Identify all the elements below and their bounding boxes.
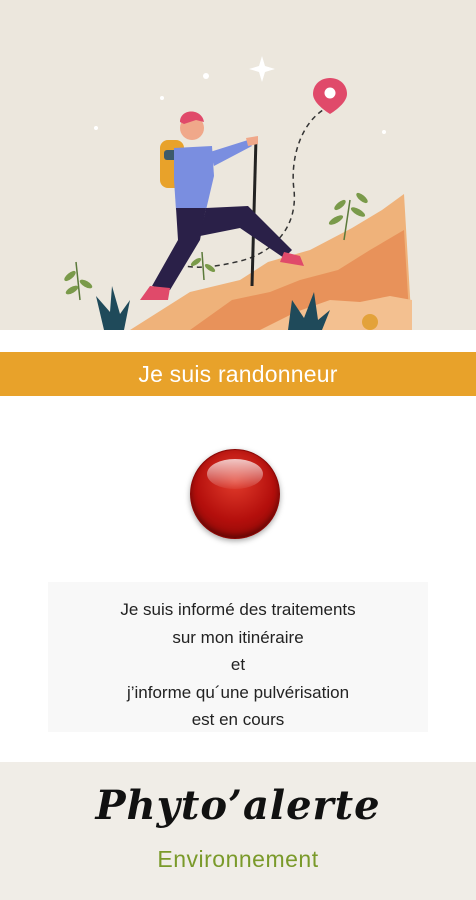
- info-line-1: Je suis informé des traitements: [120, 600, 356, 619]
- info-line-3: et: [230, 655, 246, 674]
- info-text: Je suis informé des traitements sur mon …: [48, 596, 428, 734]
- footer: Phyto’alerte Environnement: [0, 762, 476, 900]
- role-banner: Je suis randonneur: [0, 352, 476, 396]
- info-card: Je suis informé des traitements sur mon …: [48, 582, 428, 732]
- location-pin-icon: [313, 78, 347, 114]
- brand-subtitle: Environnement: [157, 846, 319, 872]
- brand-title: Phyto’alerte: [95, 782, 381, 829]
- hiker-illustration: [64, 56, 412, 330]
- info-line-4: j’informe qu´une pulvérisation: [126, 682, 350, 702]
- hero-illustration: [0, 0, 476, 330]
- alert-button[interactable]: [190, 449, 280, 539]
- role-label: Je suis randonneur: [138, 360, 338, 387]
- spacer: [0, 330, 476, 352]
- info-line-2: sur mon itinéraire: [172, 627, 304, 647]
- info-line-5: est en cours: [191, 710, 285, 729]
- button-shine: [207, 459, 263, 489]
